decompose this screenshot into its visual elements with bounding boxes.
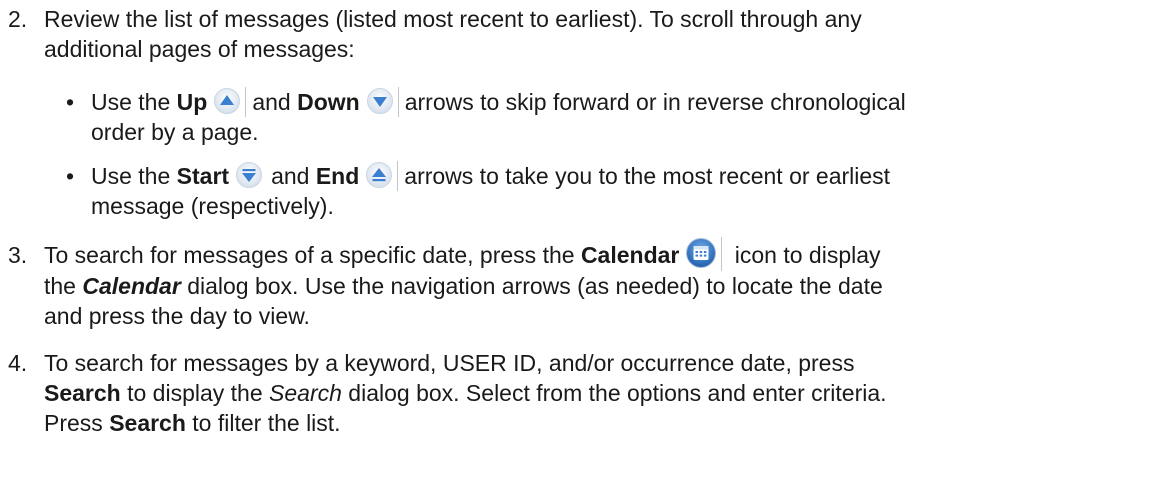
search-label: Search — [109, 410, 186, 436]
down-label: Down — [297, 89, 360, 115]
step-text: To search for messages of a specific dat… — [44, 236, 1124, 331]
step-line: and press the day to view. — [44, 302, 310, 329]
start-label: Start — [176, 163, 230, 189]
bullet-dot: • — [66, 163, 75, 189]
step-line: Review the list of messages (listed most… — [44, 6, 862, 32]
bullet-line: Use the Up and Down arrows to skip forward… — [91, 86, 1126, 117]
step-line: To search for messages by a keyword, USE… — [44, 350, 855, 376]
instructions-document: 2. Review the list of messages (listed m… — [0, 0, 1151, 478]
bullet-dot: • — [66, 89, 75, 115]
calendar-dialog-label: Calendar — [82, 272, 181, 299]
step-line: Press Search to filter the list. — [44, 410, 341, 436]
step-number: 3. — [8, 242, 28, 268]
step-text: Review the list of messages (listed most… — [44, 4, 1124, 64]
bullet-line: Use the Start and End arrows to take you t… — [91, 160, 1126, 191]
step-line: To search for messages of a specific dat… — [44, 236, 1124, 271]
search-label: Search — [44, 380, 121, 406]
bullet-line: message (respectively). — [91, 193, 334, 219]
step-line: additional pages of messages: — [44, 36, 355, 62]
start-arrow-icon — [235, 161, 265, 191]
step-text: To search for messages by a keyword, USE… — [44, 348, 1124, 438]
up-label: Up — [176, 89, 208, 115]
step-line: Search to display the Search dialog box.… — [44, 380, 887, 406]
calendar-label: Calendar — [580, 242, 680, 268]
step-number: 2. — [8, 6, 28, 32]
up-arrow-icon — [213, 86, 247, 117]
step-line: the Calendar dialog box. Use the navigat… — [44, 272, 883, 299]
step-number: 4. — [8, 350, 28, 376]
search-dialog-label: Search — [269, 380, 342, 406]
bullet-line: order by a page. — [91, 119, 259, 145]
calendar-icon — [685, 236, 723, 271]
down-arrow-icon — [366, 86, 399, 117]
end-arrow-icon — [365, 160, 399, 191]
end-label: End — [315, 163, 360, 189]
